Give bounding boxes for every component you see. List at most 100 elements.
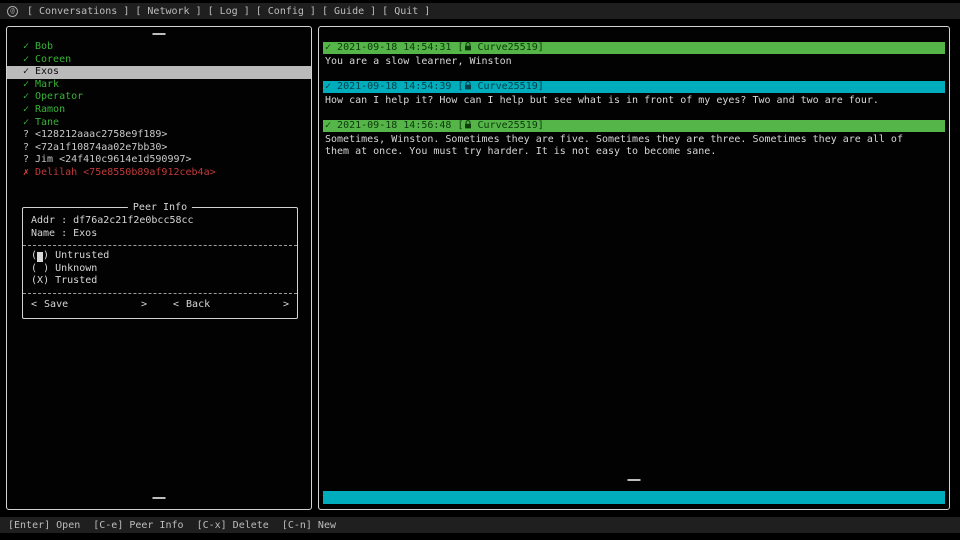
contact-label: Ramon [35,104,65,115]
contact-row[interactable]: ?Jim <24f410c9614e1d590997> [7,154,311,167]
keybinding-hint: [C-x] Delete [197,520,269,531]
contact-row[interactable]: ✓Ramon [7,104,311,117]
message-list: ✓ 2021-09-18 14:54:31 [ Curve25519] You a… [323,42,945,171]
contact-label: Tane [35,117,59,128]
message: ✓ 2021-09-18 14:54:39 [ Curve25519] How c… [323,81,945,107]
encryption-info: [ Curve25519] [457,42,543,54]
menu-item[interactable]: [ Guide ] [322,6,376,17]
radio-option-trusted[interactable]: (X) Trusted [31,275,289,288]
contact-label: Bob [35,41,53,52]
contact-label: Exos [35,66,59,77]
contact-row[interactable]: ✓Coreen [7,54,311,67]
contact-row[interactable]: ?<72a1f10874aa02e7bb30> [7,142,311,155]
message-body: You are a slow learner, Winston [325,56,925,68]
check-icon: ✓ [23,41,35,54]
radio-label: Trusted [55,275,97,286]
peer-name: Name : Exos [31,228,289,241]
message-cipher: Curve25519 [478,81,538,92]
keybinding-hint: [C-n] New [282,520,336,531]
peer-info-title: Peer Info [128,202,192,213]
contact-label: Coreen [35,54,71,65]
contact-label: <72a1f10874aa02e7bb30> [35,142,167,153]
divider [23,245,297,246]
contact-row[interactable]: ?<128212aaac2758e9f189> [7,129,311,142]
contact-label: Jim <24f410c9614e1d590997> [35,154,192,165]
message-header: ✓ 2021-09-18 14:54:31 [ Curve25519] [323,42,945,54]
menubar: @ [ Conversations ][ Network ][ Log ][ C… [0,3,960,19]
message-cipher: Curve25519 [478,42,538,53]
button-arrow-right: > [283,299,289,310]
radio-label: Untrusted [55,250,109,261]
encryption-info: [ Curve25519] [457,81,543,93]
contact-label: Operator [35,91,83,102]
message: ✓ 2021-09-18 14:54:31 [ Curve25519] You a… [323,42,945,68]
message-datetime: 2021-09-18 14:56:48 [331,120,457,132]
peer-options: ( ) Untrusted( ) Unknown(X) Trusted [31,250,289,288]
message-header: ✓ 2021-09-18 14:54:39 [ Curve25519] [323,81,945,93]
radio-option-unknown[interactable]: ( ) Unknown [31,263,289,276]
contact-label: Mark [35,79,59,90]
divider [23,293,297,294]
lock-icon [464,81,472,90]
lock-icon [464,120,472,129]
scroll-indicator-bottom-icon [153,497,166,499]
button-arrow-left: < [173,299,179,310]
encryption-info: [ Curve25519] [457,120,543,132]
contact-row[interactable]: ✓Exos [7,66,311,79]
contact-row[interactable]: ✓Bob [7,41,311,54]
check-icon: ✓ [23,117,35,130]
chat-panel: ✓ 2021-09-18 14:54:31 [ Curve25519] You a… [318,26,950,510]
button-arrow-left: < [31,299,37,310]
contact-label: Delilah <75e8550b89af912ceb4a> [35,167,216,178]
message-input[interactable] [323,491,945,504]
contact-label: <128212aaac2758e9f189> [35,129,167,140]
menu-item[interactable]: [ Network ] [135,6,201,17]
peer-addr: Addr : df76a2c21f2e0bcc58cc [31,215,289,228]
save-button[interactable]: < Save > [31,299,147,310]
check-icon: ✓ [23,79,35,92]
menu-item[interactable]: [ Conversations ] [27,6,129,17]
message-datetime: 2021-09-18 14:54:39 [331,81,457,93]
cross-icon: ✗ [23,167,35,180]
question-icon: ? [23,154,35,167]
question-icon: ? [23,129,35,142]
statusbar: [Enter] Open[C-e] Peer Info[C-x] Delete[… [0,517,960,533]
radio-paren-close: ) [43,250,55,261]
check-icon: ✓ [23,66,35,79]
contacts-panel: ✓Bob✓Coreen✓Exos✓Mark✓Operator✓Ramon✓Tan… [6,26,312,510]
check-icon: ✓ [23,91,35,104]
app-logo-icon: @ [7,6,18,17]
keybinding-hint: [Enter] Open [8,520,80,531]
message-header: ✓ 2021-09-18 14:56:48 [ Curve25519] [323,120,945,132]
back-button[interactable]: < Back > [173,299,289,310]
message-body: Sometimes, Winston. Sometimes they are f… [325,134,925,158]
scroll-indicator-top-icon [153,33,166,35]
menu-item[interactable]: [ Log ] [208,6,250,17]
contact-list: ✓Bob✓Coreen✓Exos✓Mark✓Operator✓Ramon✓Tan… [7,41,311,180]
peer-buttons: < Save > < Back > [31,299,289,310]
save-button-label: Save [44,299,141,310]
radio-option-untrusted[interactable]: ( ) Untrusted [31,250,289,263]
app-window: @ [ Conversations ][ Network ][ Log ][ C… [0,0,960,540]
button-arrow-right: > [141,299,147,310]
message-datetime: 2021-09-18 14:54:31 [331,42,457,54]
radio-paren-close: ) [43,275,55,286]
scroll-indicator-bottom-icon [628,479,641,481]
menu-item[interactable]: [ Config ] [256,6,316,17]
peer-info-box: Peer Info Addr : df76a2c21f2e0bcc58cc Na… [22,207,298,319]
message-cipher: Curve25519 [478,120,538,131]
contact-row[interactable]: ✓Operator [7,91,311,104]
contact-row[interactable]: ✓Mark [7,79,311,92]
message: ✓ 2021-09-18 14:56:48 [ Curve25519] Somet… [323,120,945,158]
menu-item[interactable]: [ Quit ] [382,6,430,17]
check-icon: ✓ [23,54,35,67]
message-body: How can I help it? How can I help but se… [325,95,925,107]
back-button-label: Back [186,299,283,310]
lock-icon [464,42,472,51]
menubar-items: [ Conversations ] [ Network ] [ Log ] [ Con… [27,6,436,17]
check-icon: ✓ [23,104,35,117]
contact-row[interactable]: ✓Tane [7,117,311,130]
contact-row[interactable]: ✗Delilah <75e8550b89af912ceb4a> [7,167,311,180]
radio-paren-close: ) [43,263,55,274]
question-icon: ? [23,142,35,155]
